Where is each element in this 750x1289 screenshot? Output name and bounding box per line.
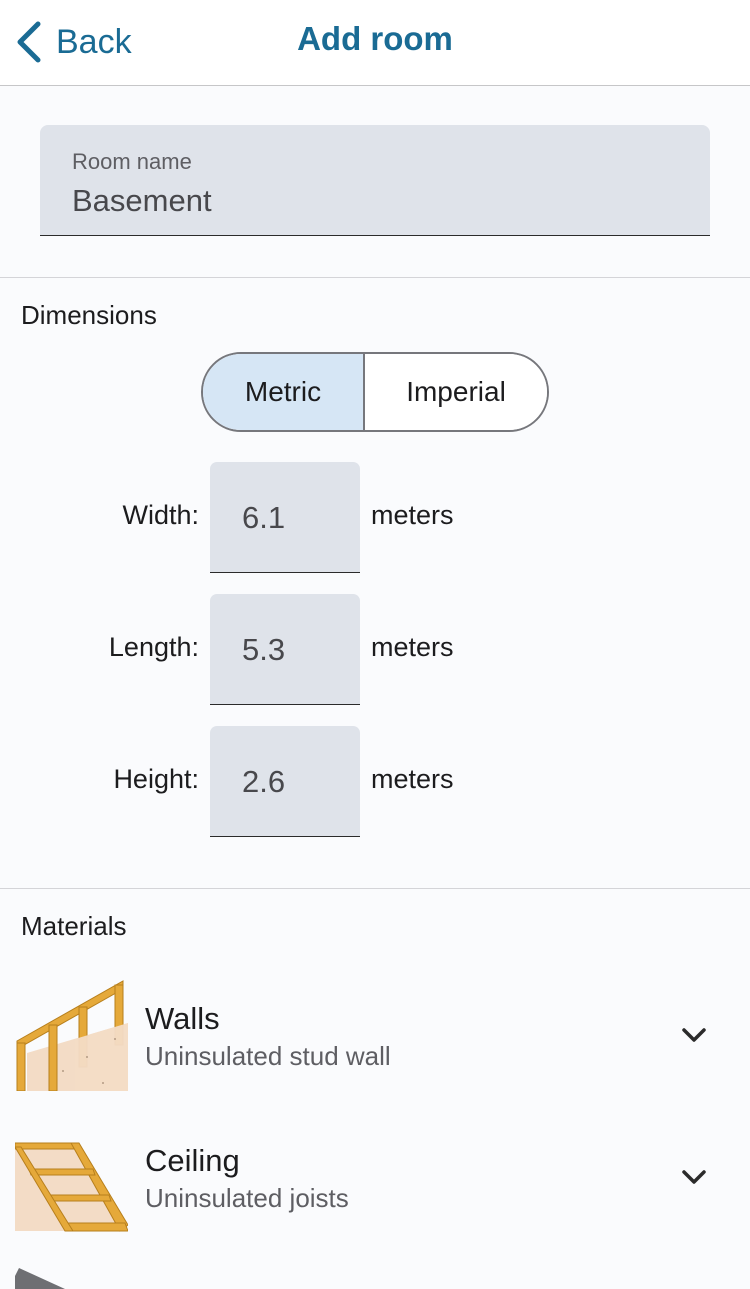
height-row: Height: 2.6 meters [0,726,750,837]
width-row: Width: 6.1 meters [0,462,750,573]
nav-header: Back Add room [0,0,750,86]
room-name-section: Room name Basement [0,86,750,278]
walls-subtitle: Uninsulated stud wall [145,1041,391,1071]
page-title: Add room [297,20,453,57]
stud-wall-icon [16,980,128,1091]
width-label: Width: [122,500,199,530]
ceiling-material-row[interactable]: Ceiling Uninsulated joists [0,1133,750,1253]
floor-material-icon [15,1268,65,1289]
width-input[interactable]: 6.1 [210,462,360,573]
length-row: Length: 5.3 meters [0,594,750,705]
length-input[interactable]: 5.3 [210,594,360,705]
height-value[interactable]: 2.6 [242,764,285,800]
dimensions-section: Dimensions Metric Imperial Width: 6.1 me… [0,278,750,889]
walls-material-row[interactable]: Walls Uninsulated stud wall [0,979,750,1099]
unit-toggle: Metric Imperial [201,352,549,432]
dimensions-title: Dimensions [21,300,157,330]
materials-section: Materials Walls Uninsulated stud wall Ce… [0,889,750,1289]
height-label: Height: [113,764,199,794]
ceiling-joists-icon [15,1142,128,1232]
imperial-option[interactable]: Imperial [365,354,547,430]
ceiling-subtitle: Uninsulated joists [145,1183,349,1213]
length-label: Length: [108,632,199,662]
metric-option[interactable]: Metric [203,354,365,430]
walls-title: Walls [145,1001,220,1036]
height-unit: meters [371,764,454,794]
room-name-field[interactable]: Room name Basement [40,125,710,236]
room-name-label: Room name [72,149,192,174]
width-value[interactable]: 6.1 [242,500,285,536]
materials-title: Materials [21,911,127,941]
ceiling-title: Ceiling [145,1143,240,1178]
chevron-down-icon[interactable] [680,1025,708,1045]
height-input[interactable]: 2.6 [210,726,360,837]
room-name-value[interactable]: Basement [72,183,212,219]
add-room-screen: Back Add room Room name Basement Dimensi… [0,0,750,1289]
length-unit: meters [371,632,454,662]
length-value[interactable]: 5.3 [242,632,285,668]
width-unit: meters [371,500,454,530]
chevron-down-icon[interactable] [680,1167,708,1187]
